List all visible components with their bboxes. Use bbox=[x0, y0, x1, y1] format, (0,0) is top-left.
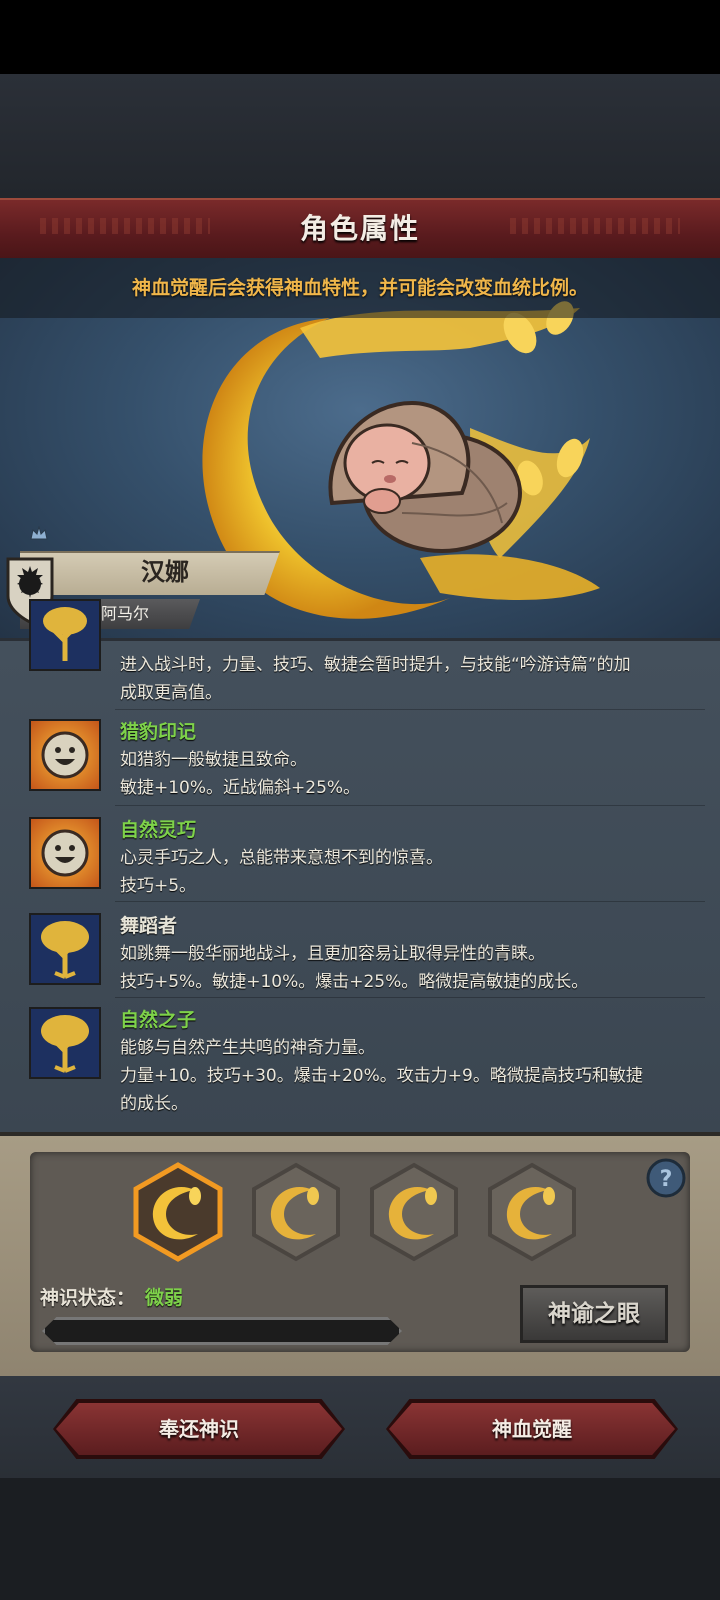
awakening-hint: 神血觉醒后会获得神血特性，并可能会改变血统比例。 bbox=[131, 277, 588, 299]
rank-crown-icon bbox=[30, 526, 48, 540]
divider bbox=[115, 805, 705, 806]
trait-desc-line: 进入战斗时，力量、技巧、敏捷会暂时提升，与技能“吟游诗篇”的加 bbox=[120, 655, 631, 675]
trait-desc-line: 力量+10。技巧+30。爆击+20%。攻击力+9。略微提高技巧和敏捷 bbox=[120, 1066, 643, 1086]
trait-name: 自然灵巧 bbox=[120, 819, 197, 841]
top-status-area bbox=[0, 0, 720, 74]
trait-desc-line: 技巧+5。 bbox=[120, 876, 197, 896]
tree-icon bbox=[29, 599, 101, 671]
trait-desc-line: 心灵手巧之人，总能带来意想不到的惊喜。 bbox=[120, 848, 443, 868]
trait-desc-line: 如猎豹一般敏捷且致命。 bbox=[120, 750, 307, 770]
divine-slot-selected[interactable] bbox=[133, 1162, 223, 1262]
divider bbox=[115, 709, 705, 710]
divine-progress-bar bbox=[42, 1317, 402, 1345]
trait-name: 自然之子 bbox=[120, 1009, 197, 1031]
divine-slot[interactable] bbox=[251, 1162, 341, 1262]
trait-name: 猎豹印记 bbox=[120, 721, 197, 743]
blood-awaken-button[interactable]: 神血觉醒 bbox=[389, 1403, 675, 1455]
baby-portrait bbox=[328, 400, 522, 553]
oracle-eye-button[interactable]: 神谕之眼 bbox=[520, 1285, 668, 1343]
trait-list[interactable]: 进入战斗时，力量、技巧、敏捷会暂时提升，与技能“吟游诗篇”的加 成取更高值。 猎… bbox=[0, 599, 720, 1135]
trait-desc-line: 如跳舞一般华丽地战斗，且更加容易让取得异性的青睐。 bbox=[120, 944, 545, 964]
divine-status-value: 微弱 bbox=[145, 1287, 184, 1309]
upper-backdrop bbox=[0, 74, 720, 198]
divine-status-label: 神识状态： bbox=[40, 1287, 136, 1309]
return-divine-button[interactable]: 奉还神识 bbox=[56, 1403, 342, 1455]
trait-desc-line: 技巧+5%。敏捷+10%。爆击+25%。略微提高敏捷的成长。 bbox=[120, 972, 589, 992]
divider bbox=[115, 901, 705, 902]
page-title: 角色属性 bbox=[299, 212, 420, 245]
tree-icon bbox=[29, 1007, 101, 1079]
character-name: 汉娜 bbox=[141, 558, 189, 586]
trait-desc-line: 敏捷+10%。近战偏斜+25%。 bbox=[120, 778, 361, 798]
smiley-icon bbox=[29, 817, 101, 889]
divider bbox=[115, 997, 705, 998]
help-icon[interactable]: ? bbox=[645, 1157, 687, 1199]
divine-slot[interactable] bbox=[369, 1162, 459, 1262]
trait-desc-line: 的成长。 bbox=[120, 1094, 188, 1114]
trait-desc-line: 成取更高值。 bbox=[120, 683, 222, 703]
smiley-icon bbox=[29, 719, 101, 791]
svg-text:?: ? bbox=[660, 1167, 673, 1192]
tree-icon bbox=[29, 913, 101, 985]
title-bar: 角色属性 bbox=[0, 198, 720, 260]
divine-slot[interactable] bbox=[487, 1162, 577, 1262]
trait-name: 舞蹈者 bbox=[120, 915, 178, 937]
trait-desc-line: 能够与自然产生共鸣的神奇力量。 bbox=[120, 1038, 375, 1058]
bottom-backdrop bbox=[0, 1478, 720, 1600]
